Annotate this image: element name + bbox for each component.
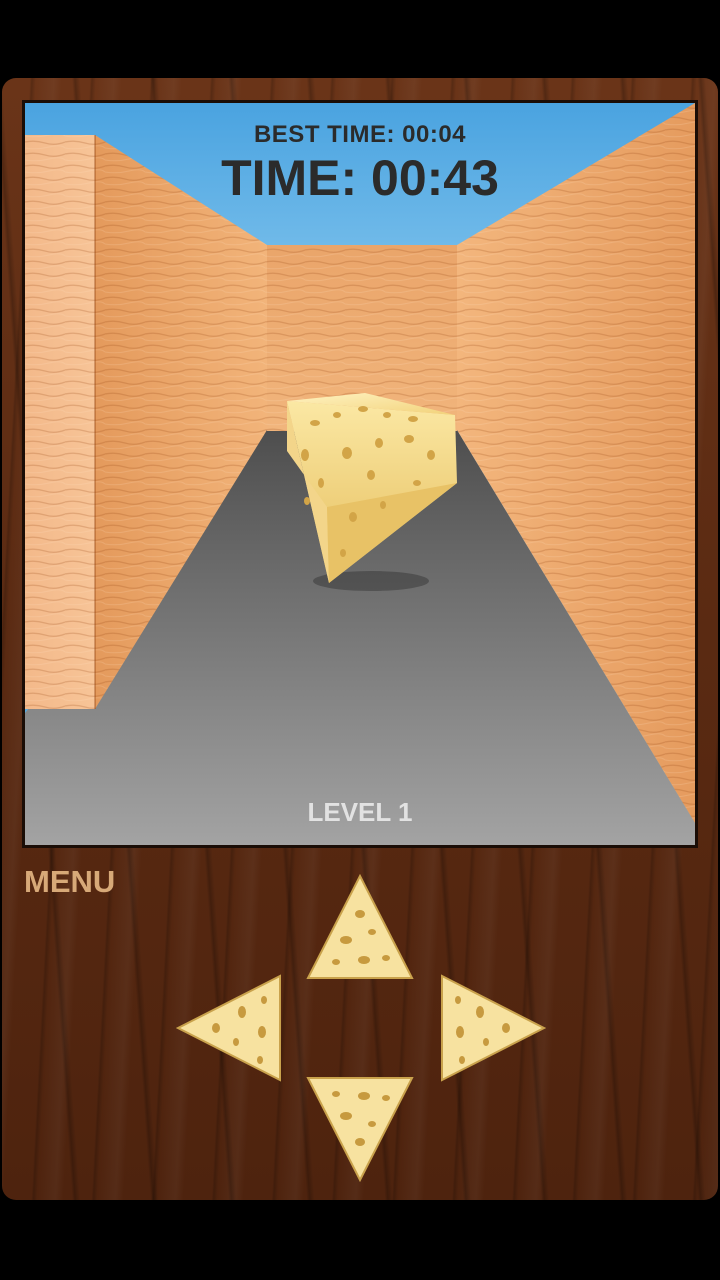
move-down-button[interactable] xyxy=(306,1074,414,1183)
best-time-label: BEST TIME: 00:04 xyxy=(253,121,467,148)
game-screen: BEST TIME: 00:04 TIME: 00:43 LEVEL 1 MEN… xyxy=(0,0,720,1280)
cheese-down-arrow-icon xyxy=(306,1077,414,1183)
cheese-left-arrow-icon xyxy=(175,974,281,1082)
move-left-button[interactable] xyxy=(175,974,284,1082)
elapsed-time-label: TIME: 00:43 xyxy=(221,150,499,206)
move-up-button[interactable] xyxy=(306,873,414,982)
cheese-up-arrow-icon xyxy=(306,873,414,979)
maze-scene xyxy=(25,103,695,845)
menu-button[interactable]: MENU xyxy=(24,864,115,900)
level-label: LEVEL 1 xyxy=(307,797,413,827)
move-right-button[interactable] xyxy=(438,974,547,1082)
maze-3d-view: BEST TIME: 00:04 TIME: 00:43 LEVEL 1 xyxy=(22,100,698,848)
cheese-right-arrow-icon xyxy=(441,974,547,1082)
